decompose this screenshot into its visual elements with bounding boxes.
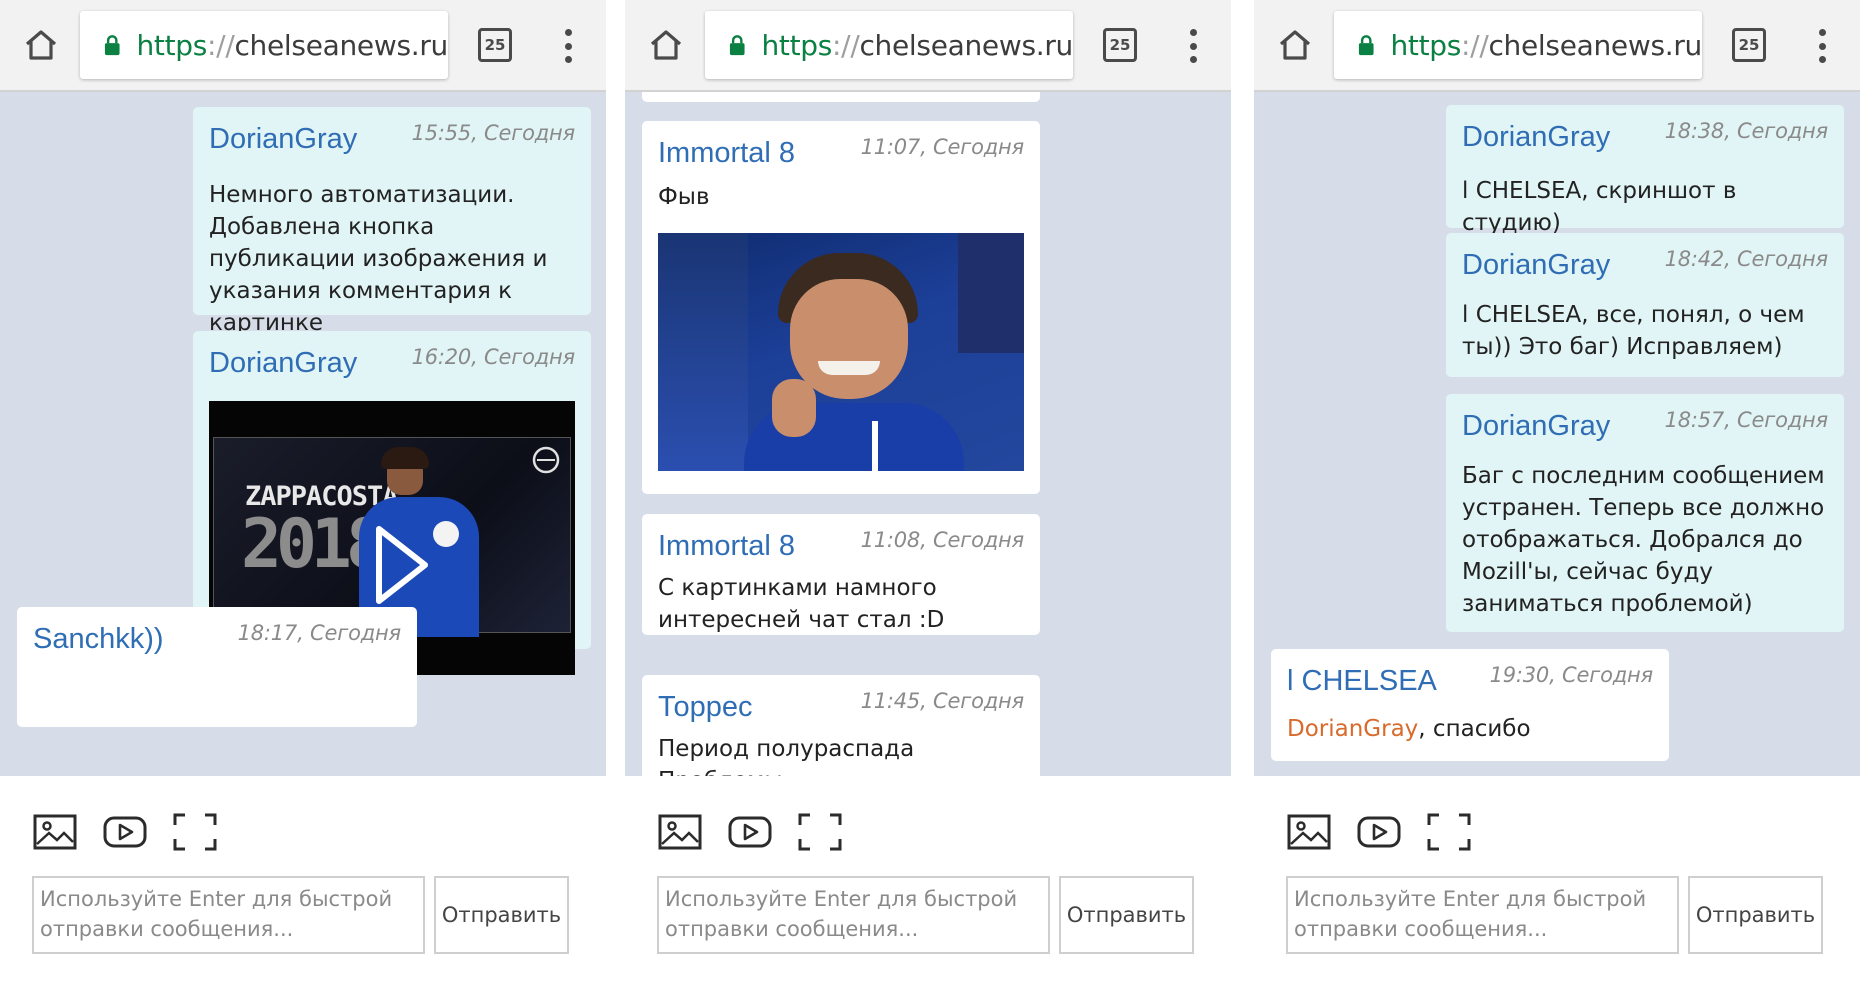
lock-icon xyxy=(1358,35,1374,56)
message: Immortal 8 11:07, Сегодня Фыв xyxy=(642,121,1040,494)
lock-icon xyxy=(104,35,120,56)
message: DorianGray 15:55, Сегодня Немного автома… xyxy=(193,107,591,336)
message-text: Период полураспада Проблемы xyxy=(658,736,915,776)
more-menu-icon[interactable] xyxy=(558,26,578,66)
image-upload-icon[interactable] xyxy=(1286,812,1332,852)
home-icon[interactable] xyxy=(18,22,64,68)
tab-switcher-button[interactable]: 25 xyxy=(1732,28,1766,62)
message: DorianGray 18:38, Сегодня l CHELSEA, скр… xyxy=(1446,105,1844,236)
photo-attachment[interactable] xyxy=(658,233,1024,471)
ball-icon xyxy=(433,521,459,547)
address-bar[interactable]: https://chelseanews.ru xyxy=(80,11,448,79)
message-text: Фыв xyxy=(658,184,710,210)
message-text: Баг с последним сообщением устранен. Теп… xyxy=(1462,463,1825,617)
message-text: DorianGray, спасибо xyxy=(1287,716,1531,742)
message-author[interactable]: Sanchkk)) xyxy=(33,623,164,656)
more-menu-icon[interactable] xyxy=(1183,26,1203,66)
video-upload-icon[interactable] xyxy=(727,812,773,852)
chat-screen-2: https://chelseanews.ru 25 Immortal 8 11:… xyxy=(625,0,1231,1007)
photo-face xyxy=(790,279,908,399)
home-icon[interactable] xyxy=(1272,22,1318,68)
message: l CHELSEA 19:30, Сегодня DorianGray, спа… xyxy=(1271,649,1669,761)
message-list[interactable]: DorianGray 15:55, Сегодня Немного автома… xyxy=(0,92,606,776)
message-author[interactable]: DorianGray xyxy=(1462,410,1610,443)
image-upload-icon[interactable] xyxy=(32,812,78,852)
send-button[interactable]: Отправить xyxy=(1059,876,1194,954)
message-input[interactable]: Используйте Enter для быстрой отправки с… xyxy=(657,876,1050,954)
message-text: С картинками намного интересней чат стал… xyxy=(658,575,945,633)
message-time: 18:17, Сегодня xyxy=(237,621,402,645)
message-author[interactable]: DorianGray xyxy=(1462,249,1610,282)
tab-switcher-button[interactable]: 25 xyxy=(478,28,512,62)
message-author[interactable]: Immortal 8 xyxy=(658,137,795,170)
mention-link[interactable]: DorianGray xyxy=(1287,716,1418,742)
message-time: 18:42, Сегодня xyxy=(1664,247,1829,271)
message-time: 18:57, Сегодня xyxy=(1664,408,1829,432)
message-time: 11:08, Сегодня xyxy=(860,528,1025,552)
fullscreen-icon[interactable] xyxy=(797,812,843,852)
message-author[interactable]: DorianGray xyxy=(209,123,357,156)
address-bar[interactable]: https://chelseanews.ru xyxy=(1334,11,1702,79)
url-text: https://chelseanews.ru xyxy=(761,28,1073,62)
message-text: l CHELSEA, скриншот в студию) xyxy=(1462,178,1737,236)
send-button[interactable]: Отправить xyxy=(1688,876,1823,954)
message: Sanchkk)) 18:17, Сегодня xyxy=(17,607,417,727)
message-time: 11:07, Сегодня xyxy=(860,135,1025,159)
video-upload-icon[interactable] xyxy=(102,812,148,852)
chat-screen-3: https://chelseanews.ru 25 DorianGray 18:… xyxy=(1254,0,1860,1007)
tab-switcher-button[interactable]: 25 xyxy=(1103,28,1137,62)
browser-toolbar: https://chelseanews.ru 25 xyxy=(0,0,606,92)
home-icon[interactable] xyxy=(643,22,689,68)
message-time: 15:55, Сегодня xyxy=(411,121,576,145)
message-author[interactable]: Immortal 8 xyxy=(658,530,795,563)
browser-toolbar: https://chelseanews.ru 25 xyxy=(1254,0,1860,92)
message-author[interactable]: DorianGray xyxy=(209,347,357,380)
lock-icon xyxy=(729,35,745,56)
message-text: Немного автоматизации. Добавлена кнопка … xyxy=(209,182,548,336)
message-text: l CHELSEA, все, понял, о чем ты)) Это ба… xyxy=(1462,302,1805,360)
message: DorianGray 18:57, Сегодня Баг с последни… xyxy=(1446,394,1844,632)
message: DorianGray 16:20, Сегодня ZAPPACOSTA 201… xyxy=(193,331,591,675)
url-text: https://chelseanews.ru xyxy=(136,28,448,62)
message xyxy=(642,92,1040,102)
message-author[interactable]: l CHELSEA xyxy=(1287,665,1437,698)
play-icon xyxy=(376,526,428,604)
message: DorianGray 18:42, Сегодня l CHELSEA, все… xyxy=(1446,233,1844,377)
fullscreen-icon[interactable] xyxy=(172,812,218,852)
message-author[interactable]: DorianGray xyxy=(1462,121,1610,154)
message-composer: Используйте Enter для быстрой отправки с… xyxy=(0,776,606,1007)
message-time: 11:45, Сегодня xyxy=(860,689,1025,713)
message-time: 18:38, Сегодня xyxy=(1664,119,1829,143)
address-bar[interactable]: https://chelseanews.ru xyxy=(705,11,1073,79)
send-button[interactable]: Отправить xyxy=(434,876,569,954)
message-input[interactable]: Используйте Enter для быстрой отправки с… xyxy=(1286,876,1679,954)
message-time: 19:30, Сегодня xyxy=(1489,663,1654,687)
message-time: 16:20, Сегодня xyxy=(411,345,576,369)
chat-screen-1: https://chelseanews.ru 25 DorianGray 15:… xyxy=(0,0,606,1007)
message: Торрес 11:45, Сегодня Период полураспада… xyxy=(642,675,1040,776)
image-upload-icon[interactable] xyxy=(657,812,703,852)
message-author[interactable]: Торрес xyxy=(658,691,752,724)
message: Immortal 8 11:08, Сегодня С картинками н… xyxy=(642,514,1040,635)
url-text: https://chelseanews.ru xyxy=(1390,28,1702,62)
message-input[interactable]: Используйте Enter для быстрой отправки с… xyxy=(32,876,425,954)
message-list[interactable]: Immortal 8 11:07, Сегодня Фыв Immortal 8… xyxy=(625,92,1231,776)
message-composer: Используйте Enter для быстрой отправки с… xyxy=(625,776,1231,1007)
channel-logo-icon xyxy=(532,446,560,474)
video-upload-icon[interactable] xyxy=(1356,812,1402,852)
browser-toolbar: https://chelseanews.ru 25 xyxy=(625,0,1231,92)
message-list[interactable]: DorianGray 18:38, Сегодня l CHELSEA, скр… xyxy=(1254,92,1860,776)
message-composer: Используйте Enter для быстрой отправки с… xyxy=(1254,776,1860,1007)
more-menu-icon[interactable] xyxy=(1812,26,1832,66)
fullscreen-icon[interactable] xyxy=(1426,812,1472,852)
